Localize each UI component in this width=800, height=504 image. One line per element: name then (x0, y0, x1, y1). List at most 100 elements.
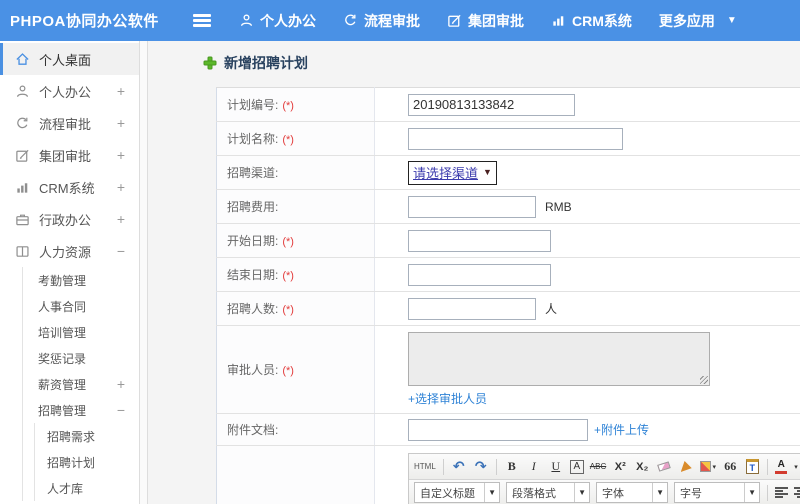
channel-select[interactable]: 请选择渠道 ▼ (408, 160, 497, 185)
plan-name-input[interactable] (408, 127, 623, 150)
sidebar-item-crm[interactable]: CRM系统 + (0, 171, 139, 203)
headcount-input[interactable] (408, 297, 536, 320)
select-approvers-link[interactable]: +选择审批人员 (408, 390, 800, 407)
form-row-plan-name: 计划名称: (*) (216, 121, 800, 156)
sidebar-item-desktop[interactable]: 个人桌面 (0, 43, 139, 75)
attachment-input[interactable] (408, 418, 588, 441)
sidebar-item-label: 招聘计划 (47, 455, 96, 470)
expand-icon[interactable]: + (117, 179, 125, 195)
sidebar-item-label: 招聘管理 (38, 403, 87, 418)
underline-button[interactable]: U (548, 458, 564, 476)
font-color-button[interactable]: A (775, 459, 788, 474)
select-arrow-icon: ▼ (483, 167, 492, 177)
expand-icon[interactable]: + (117, 376, 125, 392)
page-title-row: 新增招聘计划 (203, 53, 800, 73)
fill-color-icon[interactable]: ▾ (700, 458, 716, 476)
expand-icon[interactable]: + (117, 115, 125, 131)
expand-icon[interactable]: + (117, 211, 125, 227)
sidebar-item-hr[interactable]: 人力资源 − (0, 235, 139, 267)
sidebar-item-training[interactable]: 培训管理 (23, 319, 139, 345)
sidebar-item-label: 人才库 (47, 481, 84, 496)
nav-group-approval[interactable]: 集团审批 (447, 11, 524, 31)
strikethrough-button[interactable]: ABC (590, 458, 606, 476)
sidebar-item-talent-pool[interactable]: 人才库 (35, 475, 139, 501)
nav-crm-system[interactable]: CRM系统 (551, 11, 632, 31)
collapse-icon[interactable]: − (117, 243, 125, 259)
format-brush-icon[interactable] (678, 458, 694, 476)
undo-icon[interactable]: ↶ (451, 458, 467, 476)
font-family-select[interactable]: 字体 ▼ (596, 482, 668, 503)
fee-unit: RMB (545, 200, 572, 214)
page-title: 新增招聘计划 (224, 55, 308, 71)
nav-more-apps[interactable]: 更多应用 ▼ (659, 11, 737, 31)
sidebar-item-attendance[interactable]: 考勤管理 (23, 267, 139, 293)
resize-grip-icon[interactable] (700, 376, 708, 384)
sidebar-item-group-approval[interactable]: 集团审批 + (0, 139, 139, 171)
subscript-button[interactable]: X₂ (634, 458, 650, 476)
remove-format-icon[interactable] (656, 458, 672, 476)
plan-no-input[interactable] (408, 93, 575, 116)
sidebar-item-hr-contract[interactable]: 人事合同 (23, 293, 139, 319)
align-left-icon[interactable] (775, 485, 788, 500)
attachment-upload-link[interactable]: +附件上传 (594, 423, 649, 437)
channel-select-value: 请选择渠道 (413, 165, 479, 181)
field-label: 计划编号: (227, 98, 279, 112)
add-plus-icon (203, 56, 217, 70)
html-source-button[interactable]: HTML (414, 458, 436, 476)
nav-personal-office[interactable]: 个人办公 (239, 11, 316, 31)
bar-chart-icon (17, 182, 28, 193)
required-mark: (*) (282, 100, 294, 112)
form-row-attachment: 附件文档: +附件上传 (216, 413, 800, 446)
end-date-input[interactable] (408, 263, 551, 286)
sidebar-item-label: 个人桌面 (39, 52, 92, 68)
expand-icon[interactable]: + (117, 147, 125, 163)
form-row-approvers: 审批人员: (*) +选择审批人员 (216, 325, 800, 414)
editor-toolbar-row2: 自定义标题▼ 段落格式▼ 字体▼ 字号▼ ∞ ∞ (409, 480, 800, 504)
sidebar-item-label: 招聘需求 (47, 429, 96, 444)
sidebar-item-label: 流程审批 (39, 116, 92, 132)
sidebar-item-label: 考勤管理 (38, 273, 87, 288)
required-mark: (*) (282, 270, 294, 282)
caret-down-icon[interactable]: ▾ (794, 463, 798, 471)
app-window: PHPOA协同办公软件 个人办公 流程审批 集团审批 CRM系统 更多应用 ▼ (0, 0, 800, 504)
blockquote-button[interactable]: 66 (722, 458, 738, 476)
sidebar-item-salary[interactable]: 薪资管理 + (23, 371, 139, 397)
expand-icon[interactable]: + (117, 83, 125, 99)
sidebar-item-process-approval[interactable]: 流程审批 + (0, 107, 139, 139)
italic-button[interactable]: I (526, 458, 542, 476)
font-name-button[interactable]: A (569, 459, 584, 474)
redo-icon[interactable]: ↷ (473, 458, 489, 476)
fee-input[interactable] (408, 195, 536, 218)
recruitment-submenu: 招聘需求 招聘计划 人才库 (34, 423, 139, 501)
sidebar-item-recruit-demand[interactable]: 招聘需求 (35, 423, 139, 449)
field-label: 招聘渠道: (227, 166, 279, 180)
sidebar: 个人桌面 个人办公 + 流程审批 + 集团审批 + CRM系统 + 行政办公 +… (0, 41, 140, 504)
form-row-channel: 招聘渠道: 请选择渠道 ▼ (216, 155, 800, 190)
paste-text-icon[interactable]: T (744, 458, 760, 476)
font-size-select[interactable]: 字号 ▼ (674, 482, 760, 503)
sidebar-item-label: 集团审批 (39, 148, 92, 164)
sidebar-item-recruitment[interactable]: 招聘管理 − (23, 397, 139, 423)
sidebar-item-admin-office[interactable]: 行政办公 + (0, 203, 139, 235)
custom-heading-select[interactable]: 自定义标题 ▼ (414, 482, 500, 503)
caret-down-icon: ▼ (726, 15, 737, 26)
sidebar-item-recruit-plan[interactable]: 招聘计划 (35, 449, 139, 475)
sidebar-item-personal-office[interactable]: 个人办公 + (0, 75, 139, 107)
align-center-icon[interactable] (794, 485, 800, 500)
superscript-button[interactable]: X² (612, 458, 628, 476)
sidebar-scrollbar-track[interactable] (140, 41, 148, 504)
start-date-input[interactable] (408, 229, 551, 252)
edit-icon (16, 149, 29, 162)
sidebar-item-label: 奖惩记录 (38, 351, 87, 366)
field-label: 招聘人数: (227, 302, 279, 316)
book-icon (16, 245, 29, 257)
required-mark: (*) (282, 365, 294, 377)
sidebar-item-rewards[interactable]: 奖惩记录 (23, 345, 139, 371)
hamburger-menu-icon[interactable] (193, 14, 211, 27)
bold-button[interactable]: B (504, 458, 520, 476)
paragraph-format-select[interactable]: 段落格式 ▼ (506, 482, 590, 503)
form-row-start-date: 开始日期: (*) (216, 223, 800, 258)
approvers-textarea[interactable] (408, 332, 710, 386)
collapse-icon[interactable]: − (117, 402, 125, 418)
nav-process-approval[interactable]: 流程审批 (343, 11, 420, 31)
